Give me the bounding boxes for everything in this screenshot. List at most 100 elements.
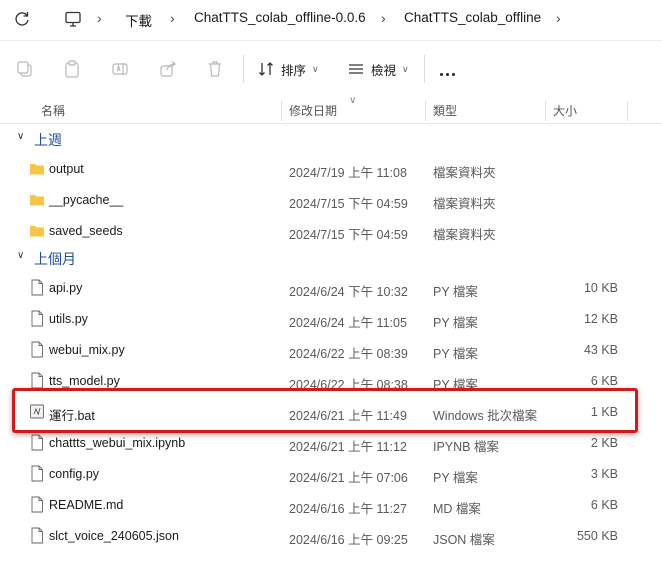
file-date: 2024/7/15 下午 04:59 [289,197,408,211]
file-date: 2024/6/16 上午 09:25 [289,533,408,547]
file-name: api.py [49,281,83,295]
file-name: __pycache__ [49,193,124,207]
share-icon[interactable] [158,59,178,79]
copy-icon[interactable] [15,59,35,79]
toolbar-divider [424,55,425,83]
view-label: 檢視 [371,63,397,78]
file-date: 2024/6/22 上午 08:39 [289,347,408,361]
list-item[interactable]: webui_mix.py 2024/6/22 上午 08:39 PY 檔案 43… [0,334,662,365]
file-icon [31,341,43,358]
breadcrumb-item-parent-folder[interactable]: ChatTTS_colab_offline-0.0.6 [194,10,366,25]
list-item[interactable]: README.md 2024/6/16 上午 11:27 MD 檔案 6 KB [0,489,662,520]
view-icon [349,64,363,74]
file-date: 2024/6/24 上午 11:05 [289,316,407,330]
file-size: 550 KB [576,529,618,543]
column-divider[interactable] [281,101,282,121]
column-header-size[interactable]: 大小 [553,102,577,119]
chevron-down-icon: ∨ [402,63,409,74]
group-header-last-week[interactable]: ∨ 上週 [0,127,662,153]
file-name: slct_voice_240605.json [49,529,179,543]
file-icon [31,310,43,327]
file-size: 3 KB [590,467,618,481]
breadcrumb-item-downloads[interactable]: 下載 [125,10,152,30]
column-header: 名稱 ∨ 修改日期 類型 大小 [0,95,662,124]
file-type: 檔案資料夾 [433,228,496,242]
file-type: PY 檔案 [433,316,478,330]
column-divider[interactable] [545,101,546,121]
group-header-last-month[interactable]: ∨ 上個月 [0,246,662,272]
list-item[interactable]: utils.py 2024/6/24 上午 11:05 PY 檔案 12 KB [0,303,662,334]
file-date: 2024/7/15 下午 04:59 [289,228,408,242]
column-header-date[interactable]: 修改日期 [289,102,337,119]
folder-icon [30,164,44,175]
file-name: saved_seeds [49,224,123,238]
file-name: webui_mix.py [49,343,125,357]
file-type: PY 檔案 [433,347,478,361]
sort-label: 排序 [281,63,307,78]
file-type: 檔案資料夾 [433,197,496,211]
sort-button[interactable]: 排序 ∨ [257,59,319,79]
sort-indicator-icon: ∨ [349,95,357,106]
chevron-down-icon: ∨ [312,63,319,74]
file-date: 2024/6/21 上午 07:06 [289,471,408,485]
file-name: README.md [49,498,124,512]
file-name: chattts_webui_mix.ipynb [49,436,186,450]
toolbar-divider [243,55,244,83]
list-item[interactable]: config.py 2024/6/21 上午 07:06 PY 檔案 3 KB [0,458,662,489]
list-item[interactable]: saved_seeds 2024/7/15 下午 04:59 檔案資料夾 [0,215,662,246]
file-icon [31,434,43,451]
file-name: config.py [49,467,100,481]
file-type: MD 檔案 [433,502,481,516]
column-header-name[interactable]: 名稱 [41,102,65,119]
view-button[interactable]: 檢視 ∨ [347,59,409,79]
breadcrumb-chevron-icon: › [97,10,102,26]
file-name: output [49,162,84,176]
file-icon [31,465,43,482]
file-type: JSON 檔案 [433,533,495,547]
chevron-down-icon: ∨ [17,250,25,261]
rename-icon[interactable] [110,59,130,79]
file-icon [31,279,43,296]
group-label: 上週 [34,132,62,148]
sort-icon [259,62,273,76]
address-bar: › 下載 › ChatTTS_colab_offline-0.0.6 › Cha… [0,0,662,41]
file-size: 10 KB [583,281,618,295]
column-header-type[interactable]: 類型 [433,102,457,119]
paste-icon[interactable] [62,59,82,79]
chevron-down-icon: ∨ [17,131,25,142]
file-name: utils.py [49,312,88,326]
list-item[interactable]: api.py 2024/6/24 下午 10:32 PY 檔案 10 KB [0,272,662,303]
delete-icon[interactable] [205,59,225,79]
file-date: 2024/7/19 上午 11:08 [289,166,407,180]
breadcrumb-item-current-folder[interactable]: ChatTTS_colab_offline [404,10,541,25]
computer-icon[interactable] [63,9,83,29]
file-name: tts_model.py [49,374,120,388]
file-size: 6 KB [590,498,618,512]
file-type: 檔案資料夾 [433,166,496,180]
folder-icon [30,195,44,206]
list-item[interactable]: output 2024/7/19 上午 11:08 檔案資料夾 [0,153,662,184]
file-date: 2024/6/24 下午 10:32 [289,285,408,299]
column-divider[interactable] [627,101,628,121]
file-icon [31,527,43,544]
file-icon [31,496,43,513]
group-label: 上個月 [34,251,76,267]
file-size: 43 KB [583,343,618,357]
file-type: PY 檔案 [433,285,478,299]
column-divider[interactable] [425,101,426,121]
breadcrumb-chevron-icon: › [170,10,175,26]
more-icon[interactable] [440,65,458,79]
refresh-icon[interactable] [12,9,32,29]
highlight-annotation-box [12,388,638,433]
file-type: PY 檔案 [433,471,478,485]
folder-icon [30,226,44,237]
breadcrumb-chevron-icon[interactable]: › [556,10,561,26]
file-date: 2024/6/21 上午 11:12 [289,440,407,454]
file-size: 6 KB [590,374,618,388]
list-item[interactable]: __pycache__ 2024/7/15 下午 04:59 檔案資料夾 [0,184,662,215]
file-type: IPYNB 檔案 [433,440,499,454]
file-date: 2024/6/16 上午 11:27 [289,502,407,516]
file-icon [31,372,43,389]
file-size: 2 KB [590,436,618,450]
list-item[interactable]: slct_voice_240605.json 2024/6/16 上午 09:2… [0,520,662,551]
